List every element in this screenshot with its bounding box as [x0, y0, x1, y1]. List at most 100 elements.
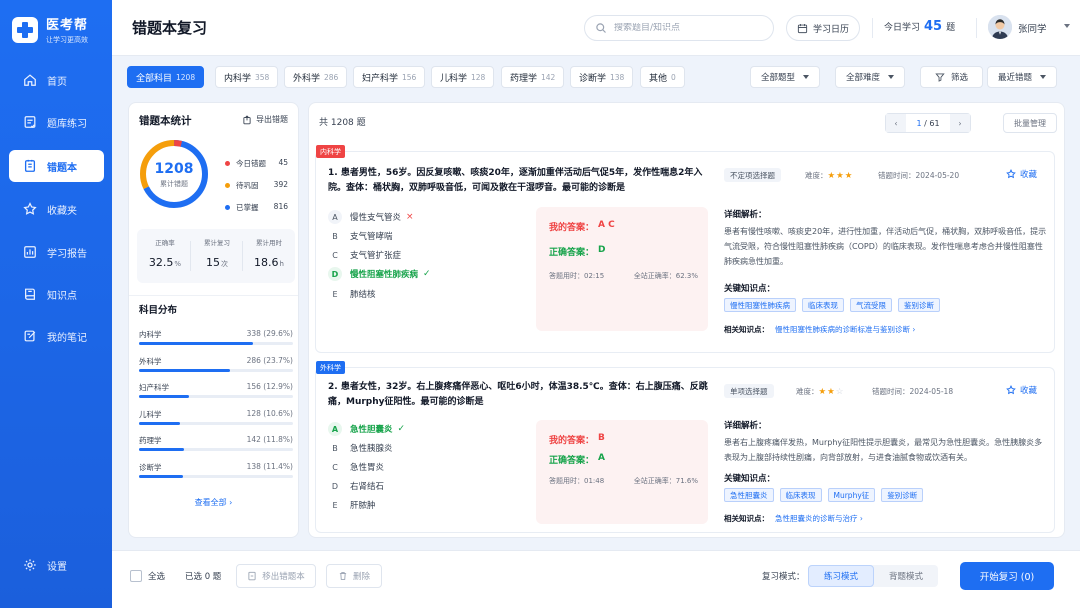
- subject-chip[interactable]: 其他 0: [640, 66, 685, 88]
- distribution-name: 妇产科学: [139, 383, 169, 392]
- select-all-label[interactable]: 全选: [148, 570, 165, 582]
- sidebar: 医考帮 让学习更高效 首页 题库练习 错题本 收藏夹 学习报告 知识点 我的笔记…: [0, 0, 112, 608]
- metric-time: 累计用时 18.6h: [243, 237, 295, 269]
- divider: [976, 18, 977, 38]
- distribution-value: 156 (12.9%): [246, 382, 293, 391]
- option-letter: B: [332, 231, 338, 241]
- subject-chip-all[interactable]: 全部科目 1208: [127, 66, 205, 88]
- knowledge-heading: 关键知识点：: [724, 474, 776, 484]
- metric-value: 32.5%: [139, 256, 191, 269]
- option-a[interactable]: A 急性胆囊炎 ✓: [328, 421, 405, 437]
- knowledge-tag[interactable]: 鉴别诊断: [881, 488, 924, 502]
- subject-chip[interactable]: 诊断学 138: [570, 66, 634, 88]
- option-c[interactable]: C 支气管扩张症: [328, 247, 401, 263]
- app-logo[interactable]: 医考帮 让学习更高效: [12, 14, 88, 45]
- option-b[interactable]: B 急性胰腺炎: [328, 440, 392, 456]
- practice-mode-button[interactable]: 练习模式: [808, 565, 874, 587]
- check-icon: ✓: [397, 424, 406, 434]
- knowledge-tag[interactable]: Murphy征: [827, 488, 876, 502]
- delete-button[interactable]: 删除: [326, 564, 382, 588]
- sort-dropdown[interactable]: 最近错题: [987, 66, 1058, 88]
- difficulty-dropdown[interactable]: 全部难度: [835, 66, 906, 88]
- nav-label: 我的笔记: [47, 332, 87, 344]
- metric-value: 15次: [191, 256, 243, 269]
- trash-icon: [339, 572, 347, 580]
- option-text: 急性胃炎: [350, 463, 385, 473]
- type-dropdown[interactable]: 全部题型: [750, 66, 821, 88]
- subject-chip[interactable]: 妇产科学 156: [353, 66, 426, 88]
- my-answer-value: B: [598, 433, 605, 443]
- option-b[interactable]: B 支气管哮喘: [328, 228, 392, 244]
- chip-label: 外科学: [293, 73, 321, 84]
- my-answer: 我的答案： B: [549, 433, 605, 446]
- nav-item-notes[interactable]: 我的笔记: [9, 320, 104, 352]
- nav-label: 首页: [47, 76, 67, 88]
- total-wrong-count: 1208: [154, 161, 194, 177]
- today-study: 今日学习 45 题: [884, 19, 955, 34]
- chip-count: 156: [402, 72, 417, 82]
- memorize-mode-button[interactable]: 背题模式: [874, 565, 938, 587]
- answer-box: 我的答案： A C 正确答案： D 答题用时：02:15 全站正确率：62.3%: [536, 207, 708, 331]
- knowledge-tag[interactable]: 临床表现: [802, 298, 844, 312]
- my-answer-label: 我的答案：: [549, 223, 595, 233]
- nav-item-settings[interactable]: 设置: [9, 549, 104, 581]
- option-d[interactable]: D 慢性阻塞性肺疾病 ✓: [328, 266, 431, 282]
- export-button[interactable]: 导出错题: [242, 114, 288, 125]
- favorite-button[interactable]: 收藏: [1006, 168, 1037, 180]
- option-c[interactable]: C 急性胃炎: [328, 459, 384, 475]
- question-stem: 2. 患者女性，32岁。右上腹疼痛伴恶心、呕吐6小时，体温38.5℃。查体：右上…: [328, 382, 708, 407]
- nav-item-favorites[interactable]: 收藏夹: [9, 193, 104, 225]
- avatar[interactable]: [988, 15, 1012, 39]
- favorite-button[interactable]: 收藏: [1006, 384, 1037, 396]
- nav-item-knowledge[interactable]: 知识点: [9, 278, 104, 310]
- option-e[interactable]: E 肝脓肿: [328, 497, 375, 513]
- move-out-button[interactable]: 移出错题本: [236, 564, 316, 588]
- nav-item-home[interactable]: 首页: [9, 64, 104, 96]
- filter-button[interactable]: 筛选: [920, 66, 984, 88]
- knowledge-tag[interactable]: 鉴别诊断: [898, 298, 940, 312]
- search-input[interactable]: [614, 23, 754, 33]
- detail-text: 患者有慢性咳嗽、咳痰史20年，进行性加重，伴活动后气促，桶状胸，双肺呼吸音低，提…: [724, 227, 1047, 266]
- start-review-button[interactable]: 开始复习 (0): [960, 562, 1054, 590]
- nav-item-report[interactable]: 学习报告: [9, 236, 104, 268]
- question-type: 不定项选择题: [724, 168, 781, 182]
- nav-item-question-bank[interactable]: 题库练习: [9, 106, 104, 138]
- search-box[interactable]: [584, 15, 774, 41]
- distribution-name: 儿科学: [139, 409, 162, 419]
- knowledge-tag[interactable]: 慢性阻塞性肺疾病: [724, 298, 796, 312]
- distribution-bar-track: [139, 474, 293, 478]
- bottom-action-bar: 全选 已选 0 题 移出错题本 删除 复习模式： 练习模式 背题模式 开始复习 …: [112, 550, 1080, 608]
- view-all-link[interactable]: 查看全部 ›: [129, 497, 298, 508]
- related-link[interactable]: 慢性阻塞性肺疾病的诊断标准与鉴别诊断 ›: [775, 325, 915, 334]
- subject-chip[interactable]: 药理学 142: [501, 66, 565, 88]
- option-a[interactable]: A 慢性支气管炎 ×: [328, 209, 414, 225]
- knowledge-tag[interactable]: 气流受限: [850, 298, 892, 312]
- subject-chip[interactable]: 外科学 286: [284, 66, 348, 88]
- medical-cross-icon: [12, 16, 38, 43]
- distribution-name: 诊断学: [139, 462, 162, 472]
- move-out-label: 移出错题本: [262, 572, 305, 582]
- nav-label: 学习报告: [47, 248, 87, 260]
- prev-page-button[interactable]: ‹: [886, 114, 906, 132]
- app-slogan: 让学习更高效: [46, 36, 88, 44]
- option-e[interactable]: E 肺结核: [328, 286, 375, 302]
- next-page-button[interactable]: ›: [950, 114, 970, 132]
- related-link[interactable]: 急性胆囊炎的诊断与治疗 ›: [775, 514, 863, 523]
- study-calendar-button[interactable]: 学习日历: [786, 15, 860, 41]
- user-name[interactable]: 张同学: [1018, 21, 1047, 35]
- distribution-value: 142 (11.8%): [246, 435, 293, 444]
- knowledge-tag[interactable]: 临床表现: [779, 488, 822, 502]
- knowledge-tag[interactable]: 急性胆囊炎: [724, 488, 774, 502]
- select-all-checkbox[interactable]: [130, 570, 142, 582]
- page-indicator: 1 / 61: [906, 119, 950, 128]
- site-accuracy: 全站正确率：62.3%: [633, 272, 698, 280]
- subject-chip[interactable]: 内科学 358: [215, 66, 279, 88]
- nav-item-wrong-notebook[interactable]: 错题本: [9, 150, 104, 182]
- detail-heading: 详细解析：: [724, 210, 767, 220]
- chevron-down-icon[interactable]: [1064, 24, 1070, 28]
- batch-manage-button[interactable]: 批量管理: [1003, 113, 1057, 133]
- subject-chip[interactable]: 儿科学 128: [431, 66, 495, 88]
- option-d[interactable]: D 右肾结石: [328, 478, 384, 494]
- pagination: ‹ 1 / 61 ›: [885, 113, 971, 133]
- legend-label: 已掌握: [236, 203, 259, 212]
